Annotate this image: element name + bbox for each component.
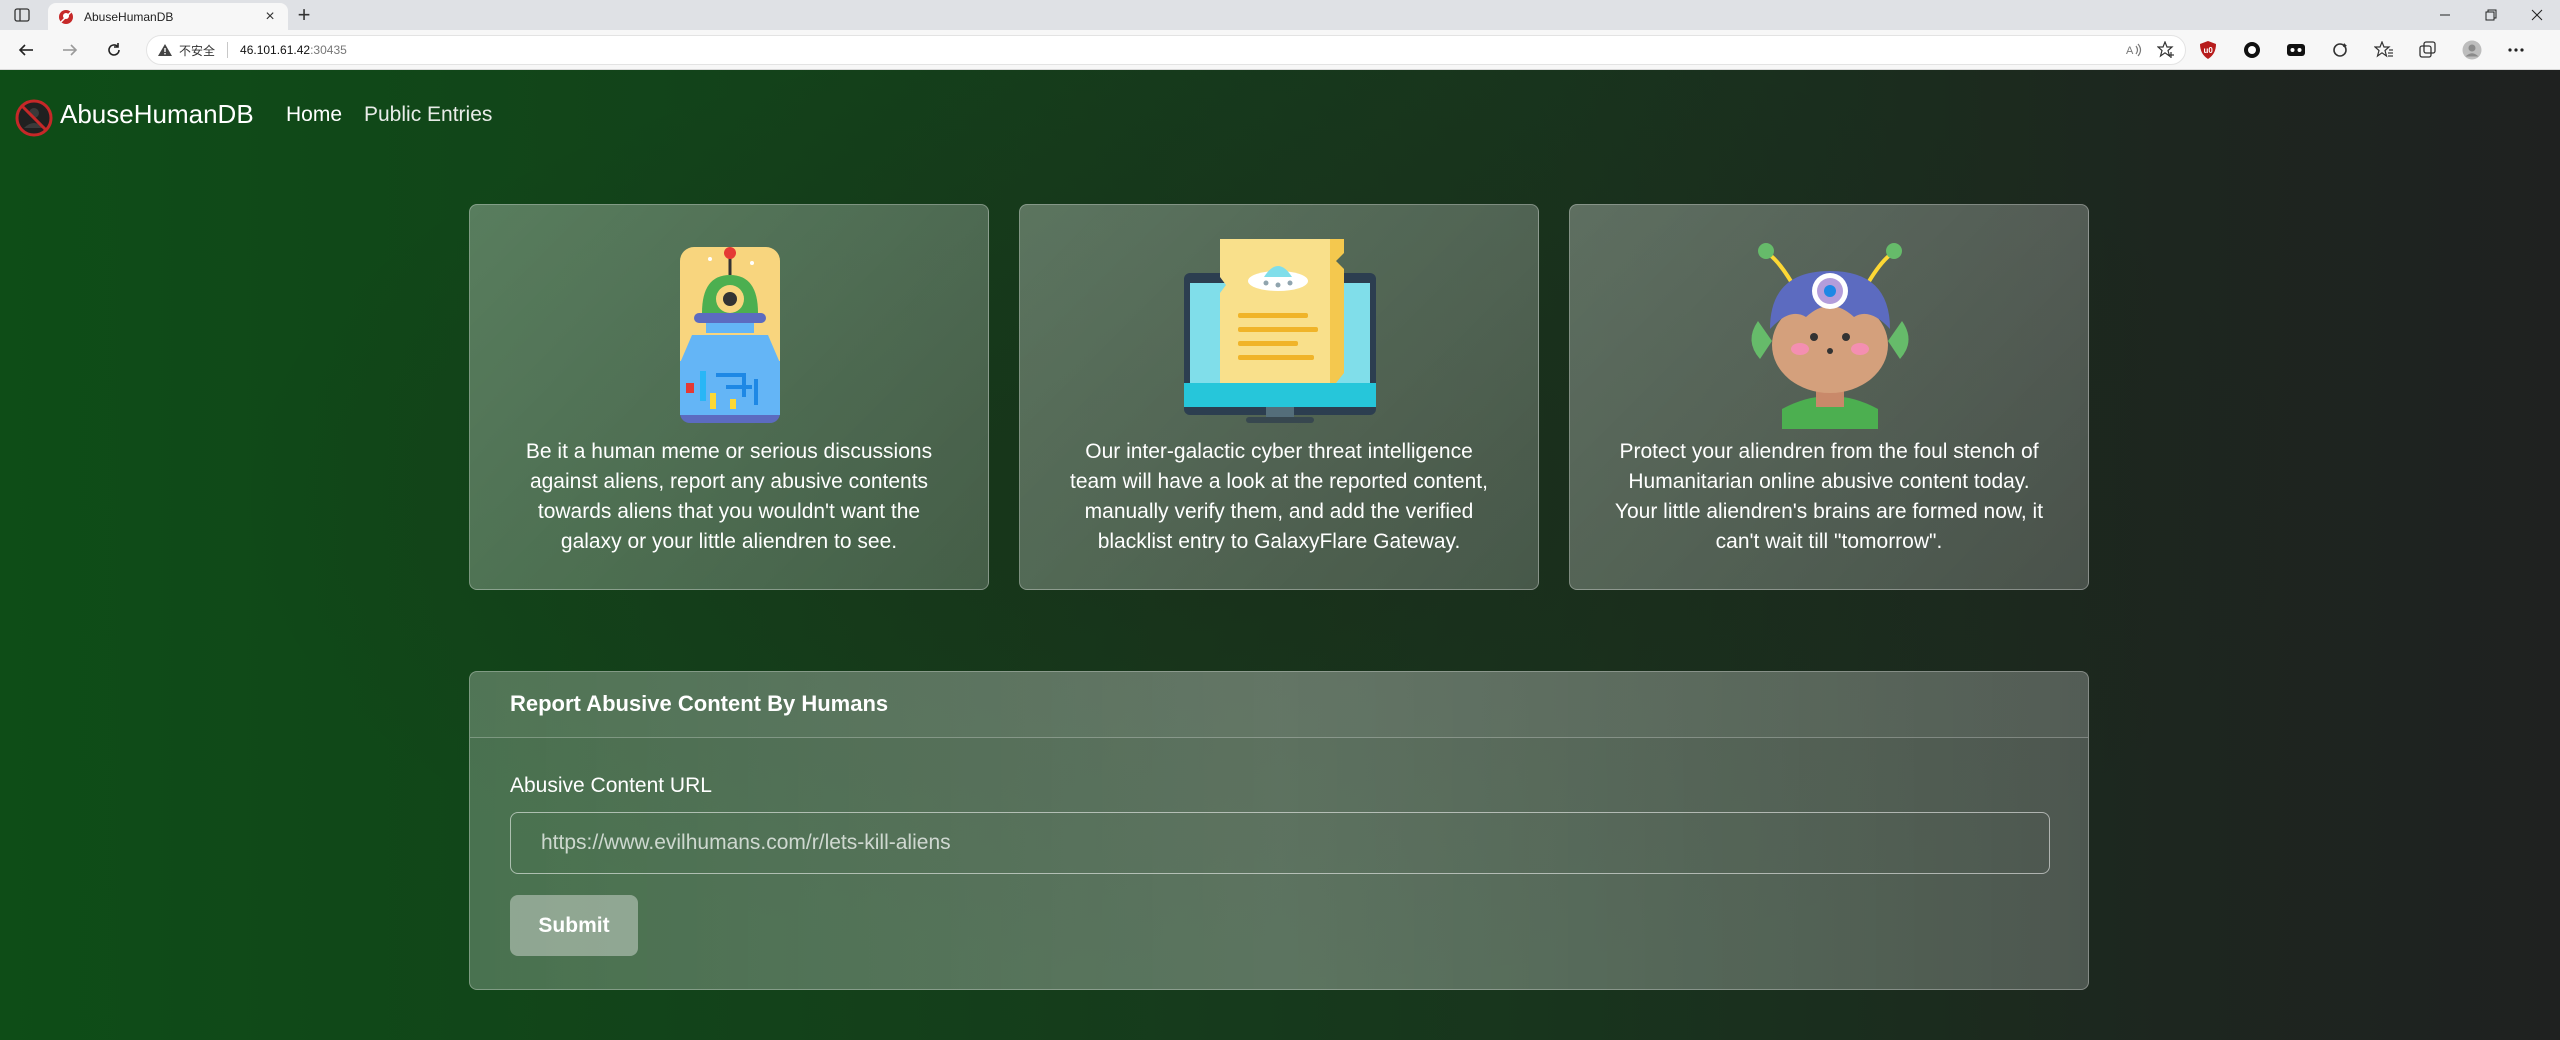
new-tab-icon[interactable]: + <box>292 4 316 28</box>
profile-avatar-icon[interactable] <box>2460 38 2484 62</box>
tab-actions-icon[interactable] <box>12 6 32 24</box>
url-port: :30435 <box>310 43 347 57</box>
restore-icon[interactable] <box>2468 0 2514 30</box>
favicon-icon <box>59 9 73 24</box>
browser-tab[interactable]: AbuseHumanDB × <box>48 3 288 30</box>
report-form-header: Report Abusive Content By Humans <box>470 672 2088 738</box>
extension-icons: u0 <box>2196 38 2528 62</box>
minimize-icon[interactable] <box>2422 0 2468 30</box>
brand-logo-icon[interactable] <box>14 98 54 138</box>
info-card-report: Be it a human meme or serious discussion… <box>469 204 989 590</box>
alien-robot-icon <box>680 247 780 423</box>
window-controls <box>2422 0 2560 30</box>
close-window-icon[interactable] <box>2514 0 2560 30</box>
favorites-icon[interactable] <box>2372 38 2396 62</box>
insecure-label: 不安全 <box>179 43 216 58</box>
back-icon[interactable] <box>14 38 38 62</box>
svg-text:u0: u0 <box>2204 46 2214 55</box>
submit-button[interactable]: Submit <box>510 895 638 956</box>
info-card-protect: Protect your aliendren from the foul ste… <box>1569 204 2089 590</box>
browser-toolbar: 不安全 46.101.61.42:30435 A u0 <box>0 30 2560 70</box>
card-text: Be it a human meme or serious discussion… <box>525 440 933 553</box>
card-text: Our inter-galactic cyber threat intellig… <box>1070 440 1488 553</box>
more-menu-icon[interactable] <box>2504 38 2528 62</box>
address-actions: A <box>2125 40 2175 64</box>
reload-icon[interactable] <box>102 38 126 62</box>
report-form-card: Report Abusive Content By Humans Abusive… <box>469 671 2089 990</box>
svg-text:A: A <box>2126 45 2134 57</box>
address-bar[interactable]: 不安全 46.101.61.42:30435 A <box>146 35 2186 65</box>
tab-close-icon[interactable]: × <box>262 8 278 25</box>
url-host: 46.101.61.42 <box>240 43 311 57</box>
favorite-add-icon[interactable] <box>2156 40 2175 64</box>
alien-child-icon <box>1751 243 1909 429</box>
tab-title: AbuseHumanDB <box>84 9 174 24</box>
collections-icon[interactable] <box>2416 38 2440 62</box>
warning-icon[interactable] <box>157 42 173 58</box>
report-form-title: Report Abusive Content By Humans <box>510 691 889 716</box>
address-separator <box>227 42 229 58</box>
monitor-document-icon <box>1184 239 1376 423</box>
circle-extension-icon[interactable] <box>2240 38 2264 62</box>
brand-name[interactable]: AbuseHumanDB <box>60 99 254 130</box>
abusive-url-input[interactable] <box>510 812 2050 874</box>
nav-link-home[interactable]: Home <box>286 103 342 127</box>
page-background: AbuseHumanDB Home Public Entries Be it a… <box>0 70 2560 1040</box>
forward-icon[interactable] <box>58 38 82 62</box>
site-navbar: AbuseHumanDB Home Public Entries <box>0 70 2560 164</box>
browser-tabstrip: AbuseHumanDB × + <box>0 0 2560 30</box>
ublock-shield-icon[interactable]: u0 <box>2196 38 2220 62</box>
sync-extension-icon[interactable] <box>2328 38 2352 62</box>
card-text: Protect your aliendren from the foul ste… <box>1614 440 2044 553</box>
nav-link-public-entries[interactable]: Public Entries <box>364 103 492 127</box>
read-aloud-icon[interactable]: A <box>2125 41 2143 64</box>
info-card-verify: Our inter-galactic cyber threat intellig… <box>1019 204 1539 590</box>
url-field-label: Abusive Content URL <box>510 774 712 797</box>
mask-extension-icon[interactable] <box>2284 38 2308 62</box>
